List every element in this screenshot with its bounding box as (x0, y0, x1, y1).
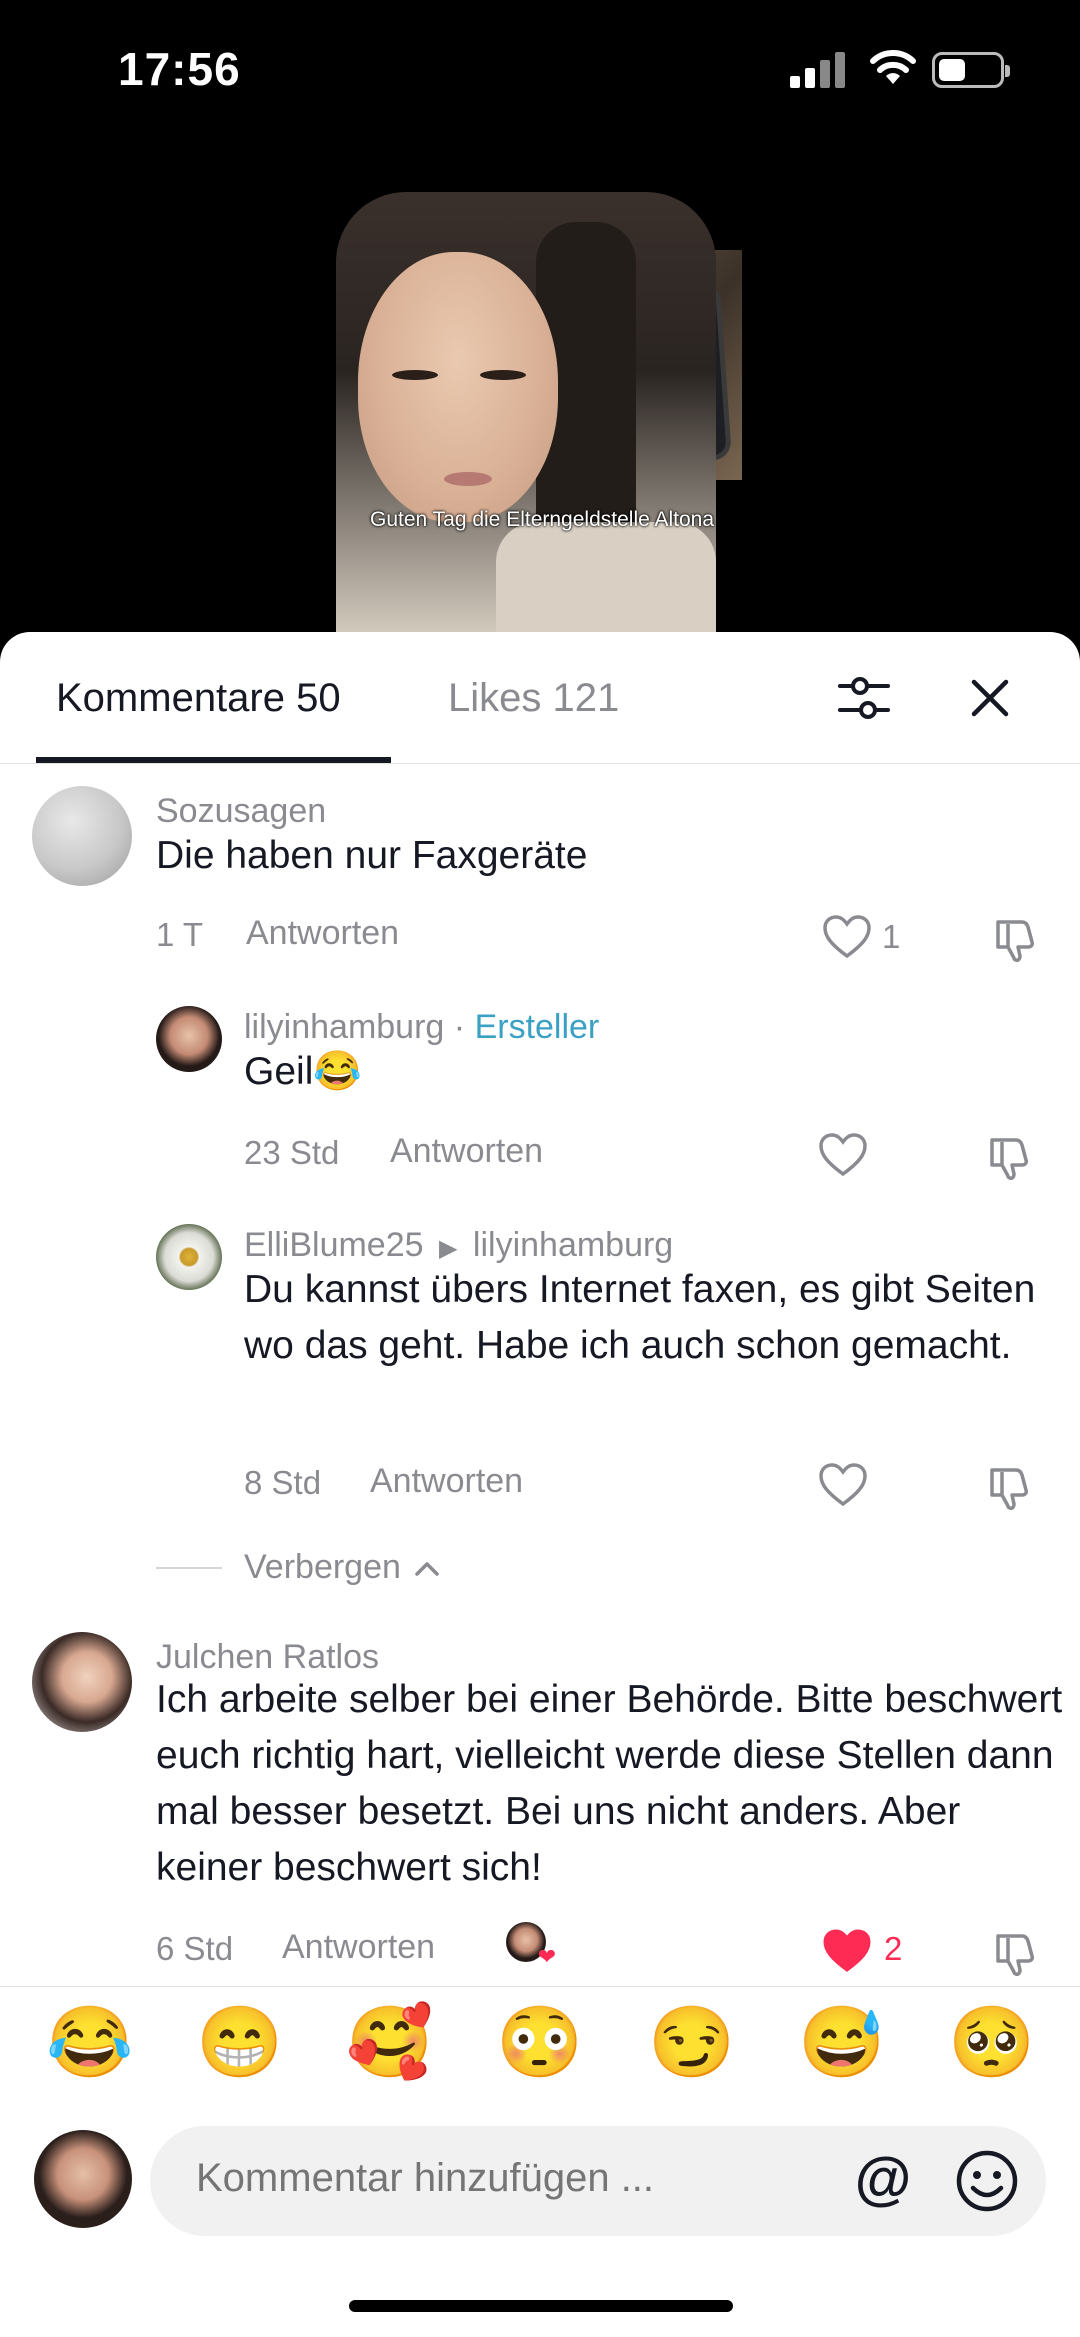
reply-button[interactable]: Antworten (390, 1132, 543, 1171)
comment-text: Ich arbeite selber bei einer Behörde. Bi… (156, 1678, 1063, 1889)
heart-icon[interactable] (818, 1462, 868, 1508)
video-caption: Guten Tag die Elterngeldstelle Altona (369, 508, 715, 531)
comment-time: 23 Std (244, 1134, 340, 1171)
hide-replies-button[interactable]: Verbergen (244, 1548, 440, 1587)
comment-text: Du kannst übers Internet faxen, es gibt … (244, 1268, 1036, 1367)
dislike-icon[interactable] (984, 1134, 1032, 1182)
reply-button[interactable]: Antworten (246, 914, 399, 953)
avatar[interactable] (156, 1006, 222, 1072)
chevron-up-icon (415, 1562, 440, 1576)
status-time: 17:56 (118, 43, 241, 95)
video-player[interactable]: Guten Tag die Elterngeldstelle Altona (0, 140, 1080, 640)
avatar[interactable] (156, 1224, 222, 1290)
heart-icon[interactable] (818, 1132, 868, 1178)
mention-icon[interactable]: @ (850, 2148, 916, 2214)
status-bar: 17:56 (0, 0, 1080, 140)
reply-button[interactable]: Antworten (282, 1928, 435, 1967)
emoji-smirk[interactable]: 😏 (648, 2001, 735, 2083)
person-image (336, 192, 716, 640)
comment-text: Geil😂 (244, 1050, 362, 1093)
filter-icon[interactable] (836, 672, 892, 724)
emoji-picker-icon[interactable] (954, 2148, 1020, 2214)
battery-level (939, 59, 965, 81)
emoji-grin[interactable]: 😁 (196, 2001, 283, 2083)
reply-to-username[interactable]: lilyinhamburg (473, 1226, 673, 1264)
active-tab-indicator (36, 757, 391, 763)
dislike-icon[interactable] (984, 1464, 1032, 1512)
battery-icon (932, 52, 1010, 88)
comment-username[interactable]: lilyinhamburg · Ersteller (244, 1008, 599, 1047)
avatar[interactable] (32, 786, 132, 886)
emoji-tears-of-joy[interactable]: 😂 (46, 2001, 133, 2083)
video-frame (336, 192, 742, 640)
dislike-icon[interactable] (990, 916, 1038, 964)
tab-comments[interactable]: Kommentare 50 (56, 676, 341, 721)
reply-arrow-icon: ▶ (438, 1235, 458, 1262)
like-count: 1 (882, 918, 901, 955)
current-user-avatar[interactable] (34, 2130, 132, 2228)
heart-icon[interactable] (822, 914, 872, 960)
hide-replies-divider (156, 1567, 222, 1569)
reply-button[interactable]: Antworten (370, 1462, 523, 1501)
heart-icon[interactable] (822, 1928, 872, 1974)
comment-input[interactable] (196, 2156, 836, 2201)
creator-badge: Ersteller (474, 1008, 600, 1046)
comment-text: Die haben nur Faxgeräte (156, 834, 588, 877)
wifi-icon (870, 50, 916, 84)
username-text[interactable]: ElliBlume25 (244, 1226, 424, 1264)
username-text[interactable]: lilyinhamburg (244, 1008, 444, 1046)
creator-liked-avatar: ❤ (506, 1922, 556, 1968)
comment-username[interactable]: ElliBlume25 ▶ lilyinhamburg (244, 1226, 673, 1265)
dislike-icon[interactable] (990, 1930, 1038, 1978)
like-count: 2 (884, 1930, 903, 1967)
comment-time: 6 Std (156, 1930, 234, 1967)
home-indicator[interactable] (349, 2300, 733, 2312)
separator: · (453, 1008, 466, 1046)
comment-time: 8 Std (244, 1464, 322, 1501)
avatar[interactable] (32, 1632, 132, 1732)
emoji-hearts[interactable]: 🥰 (346, 2001, 433, 2083)
emoji-pleading[interactable]: 🥺 (948, 2001, 1035, 2083)
emoji-sweat-smile[interactable]: 😅 (798, 2001, 885, 2083)
comment-username[interactable]: Sozusagen (156, 792, 326, 831)
signal-icon (790, 52, 848, 88)
hide-replies-label: Verbergen (244, 1548, 401, 1586)
emoji-flushed[interactable]: 😳 (496, 2001, 583, 2083)
comments-sheet: Kommentare 50 Likes 121 Sozusagen Die ha… (0, 632, 1080, 2337)
tab-likes[interactable]: Likes 121 (448, 676, 619, 721)
comment-time: 1 T (156, 916, 204, 953)
heart-badge-icon: ❤ (537, 1944, 556, 1969)
tab-bar: Kommentare 50 Likes 121 (0, 632, 1080, 764)
emoji-bar: 😂 😁 🥰 😳 😏 😅 🥺 (0, 1986, 1080, 2102)
comment-input-bar[interactable]: @ (150, 2126, 1046, 2236)
close-icon[interactable] (964, 672, 1016, 724)
